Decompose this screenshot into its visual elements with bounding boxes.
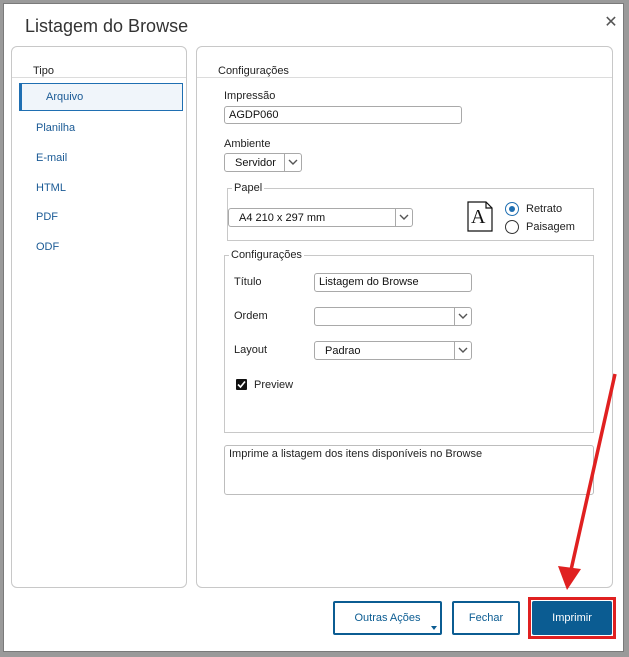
sidebar-item-planilha[interactable]: Planilha (36, 122, 75, 134)
outras-acoes-label: Outras Ações (354, 612, 421, 624)
dialog-title: Listagem do Browse (25, 16, 189, 36)
paper-size-value: A4 210 x 297 mm (239, 212, 326, 224)
fechar-button[interactable]: Fechar (452, 601, 520, 635)
papel-legend: Papel (234, 182, 263, 194)
preview-label: Preview (254, 379, 294, 391)
ambiente-value: Servidor (235, 157, 276, 169)
description-field[interactable]: Imprime a listagem dos itens disponíveis… (224, 445, 594, 495)
caret-down-icon (431, 626, 437, 630)
chevron-down-icon (395, 209, 412, 226)
ambiente-label: Ambiente (224, 138, 271, 150)
ordem-label: Ordem (234, 310, 268, 322)
print-dialog: Listagem do Browse ✕ Tipo Arquivo Planil… (3, 3, 624, 652)
sidebar-item-pdf[interactable]: PDF (36, 211, 58, 223)
sidebar-item-odf[interactable]: ODF (36, 241, 59, 253)
ordem-select[interactable] (314, 307, 472, 326)
paisagem-radio[interactable] (505, 220, 519, 234)
sidebar-item-arquivo[interactable]: Arquivo (19, 83, 183, 111)
close-icon[interactable]: ✕ (603, 15, 619, 31)
sidebar-item-html[interactable]: HTML (36, 182, 66, 194)
retrato-radio[interactable] (505, 202, 519, 216)
sidebar-item-email[interactable]: E-mail (36, 152, 67, 164)
settings-panel: Configurações Impressão AGDP060 Ambiente… (196, 46, 613, 588)
preview-checkbox[interactable] (236, 379, 247, 390)
paper-size-select[interactable]: A4 210 x 297 mm (228, 208, 413, 227)
divider (12, 77, 186, 78)
type-panel: Tipo Arquivo Planilha E-mail HTML PDF OD… (11, 46, 187, 588)
impressao-label: Impressão (224, 90, 276, 102)
layout-label: Layout (234, 344, 268, 356)
titulo-field[interactable]: Listagem do Browse (314, 273, 472, 292)
paisagem-label: Paisagem (526, 221, 575, 233)
retrato-label: Retrato (526, 203, 563, 215)
annotation-highlight-box (528, 597, 616, 639)
chevron-down-icon (454, 342, 471, 359)
config-legend: Configurações (231, 249, 302, 261)
outras-acoes-button[interactable]: Outras Ações (333, 601, 442, 635)
settings-header: Configurações (218, 65, 289, 77)
page-orientation-icon: A (467, 201, 493, 232)
chevron-down-icon (454, 308, 471, 325)
type-header: Tipo (33, 65, 54, 77)
titulo-label: Título (234, 276, 262, 288)
divider (197, 77, 612, 78)
impressao-field[interactable]: AGDP060 (224, 106, 462, 124)
ambiente-select[interactable]: Servidor (224, 153, 302, 172)
chevron-down-icon (284, 154, 301, 171)
page-orientation-glyph: A (471, 206, 486, 228)
layout-value: Padrao (325, 345, 361, 357)
layout-select[interactable]: Padrao (314, 341, 472, 360)
